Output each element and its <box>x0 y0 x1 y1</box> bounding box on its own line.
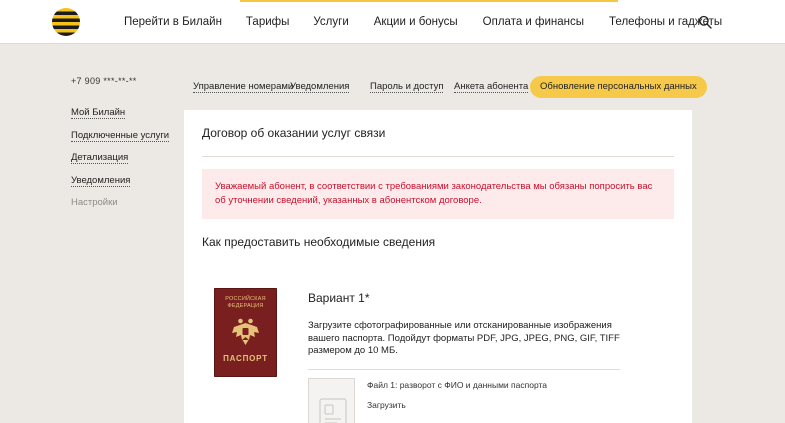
tab-personal-data-update[interactable]: Обновление персональных данных <box>530 76 707 98</box>
nav-item-tariffs[interactable]: Тарифы <box>246 14 289 30</box>
top-navigation-bar: Перейти в Билайн Тарифы Услуги Акции и б… <box>0 0 785 44</box>
main-nav: Перейти в Билайн Тарифы Услуги Акции и б… <box>124 14 722 30</box>
nav-accent-line <box>240 0 618 2</box>
tab-label: Уведомления <box>290 81 350 93</box>
variant-description-line: размером до 10 МБ. <box>308 345 398 356</box>
section-title: Как предоставить необходимые сведения <box>202 235 436 249</box>
sidebar-item-notifications[interactable]: Уведомления <box>71 174 169 187</box>
passport-label: ПАСПОРТ <box>223 354 268 363</box>
account-phone-number: +7 909 ***-**-** <box>71 76 137 86</box>
passport-country-line: РОССИЙСКАЯ <box>225 296 266 302</box>
legal-notice-alert: Уважаемый абонент, в соответствии с треб… <box>202 169 674 219</box>
sidebar-item-details[interactable]: Детализация <box>71 151 169 164</box>
variant-title: Вариант 1* <box>308 291 370 305</box>
tab-notifications[interactable]: Уведомления <box>290 80 350 94</box>
tab-label: Пароль и доступ <box>370 81 444 93</box>
file-1-label: Файл 1: разворот с ФИО и данными паспорт… <box>367 380 548 390</box>
document-placeholder-icon <box>319 398 347 423</box>
sidebar-item-my-beeline[interactable]: Мой Билайн <box>71 106 169 119</box>
passport-image: РОССИЙСКАЯ ФЕДЕРАЦИЯ ПАСПОРТ <box>214 288 277 377</box>
file-upload-dropzone[interactable] <box>308 378 355 423</box>
sidebar-item-label: Подключенные услуги <box>71 129 170 142</box>
upload-button[interactable]: Загрузить <box>367 400 406 410</box>
tab-subscriber-profile[interactable]: Анкета абонента <box>454 80 529 94</box>
alert-text-line: об уточнении сведений, указанных в абоне… <box>215 195 482 206</box>
tab-label: Управление номерами <box>193 81 294 93</box>
beeline-logo[interactable] <box>52 8 80 36</box>
sidebar-item-connected-services[interactable]: Подключенные услуги <box>71 129 170 142</box>
tab-label: Анкета абонента <box>454 81 529 93</box>
nav-item-payment[interactable]: Оплата и финансы <box>483 14 584 30</box>
passport-country-line: ФЕДЕРАЦИЯ <box>227 303 264 309</box>
sidebar-item-settings[interactable]: Настройки <box>71 196 169 209</box>
sidebar-item-label: Детализация <box>71 152 129 164</box>
tab-password-access[interactable]: Пароль и доступ <box>370 80 444 94</box>
sidebar-item-label: Уведомления <box>71 174 131 187</box>
variant-description-line: вашего паспорта. Подойдут форматы PDF, J… <box>308 332 620 344</box>
card-title: Договор об оказании услуг связи <box>202 126 386 140</box>
search-icon[interactable] <box>698 15 712 29</box>
nav-item-promotions[interactable]: Акции и бонусы <box>374 14 458 30</box>
variant-description: Загрузите сфотографированные или отскани… <box>308 320 628 358</box>
divider <box>202 156 674 157</box>
variant-description-line: Загрузите сфотографированные или отскани… <box>308 320 612 331</box>
contract-card: Договор об оказании услуг связи Уважаемы… <box>184 110 692 423</box>
nav-item-go-to-beeline[interactable]: Перейти в Билайн <box>124 14 222 30</box>
sidebar-item-label: Мой Билайн <box>71 107 126 119</box>
sidebar-item-label: Настройки <box>71 197 118 208</box>
passport-country-text: РОССИЙСКАЯ ФЕДЕРАЦИЯ <box>214 296 277 310</box>
coat-of-arms-icon <box>232 318 259 345</box>
divider <box>308 369 620 370</box>
tab-number-management[interactable]: Управление номерами <box>193 80 294 94</box>
nav-item-services[interactable]: Услуги <box>313 14 348 30</box>
sidebar-menu: Мой Билайн Подключенные услуги Детализац… <box>71 106 170 219</box>
alert-text-line: Уважаемый абонент, в соответствии с треб… <box>215 181 653 192</box>
